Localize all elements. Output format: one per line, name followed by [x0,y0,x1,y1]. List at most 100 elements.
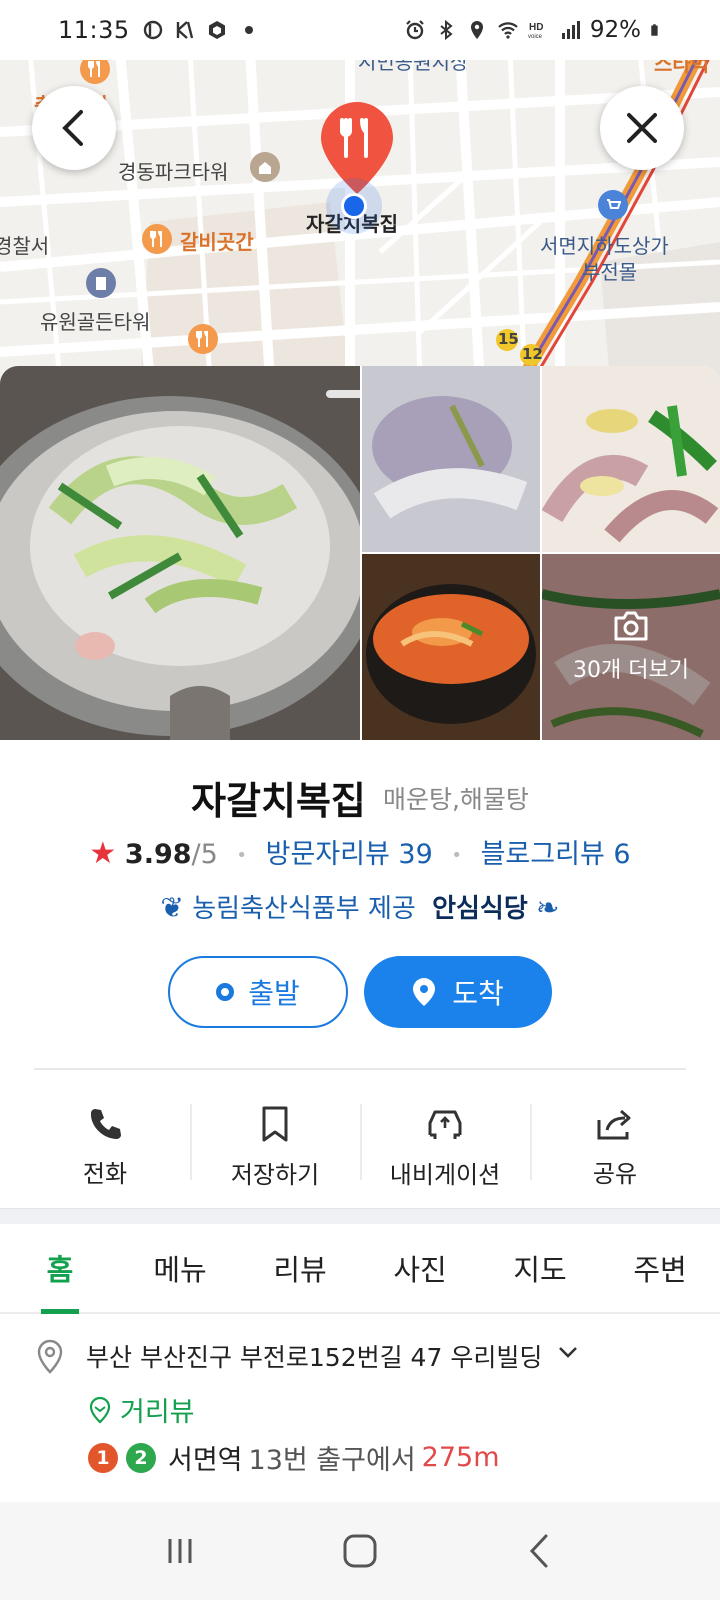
photo-grid: 30개 더보기 [0,366,720,740]
svg-text:voice: voice [528,34,543,40]
battery-percent: 92% [589,17,641,43]
map-bus-12: 12 [522,345,543,363]
svg-text:HD: HD [529,22,543,33]
sheet-drag-handle[interactable] [326,390,360,398]
hd-voice-icon: HDvoice [528,22,543,40]
tab-bar: 홈 메뉴 리뷰 사진 지도 주변 [0,1224,720,1314]
rating-max: /5 [191,839,218,870]
map-label-police: 경찰서 [0,234,50,258]
bookmark-icon [262,1106,288,1141]
map-view[interactable]: 시민공원지상 춘두밀면 경동파크타워 경찰서 갈비곳간 유원골든타워 자갈치복집… [0,52,720,382]
close-icon [627,113,657,143]
separator-dot: • [236,845,248,866]
photo-thumb-3[interactable] [362,554,540,740]
route-start-label: 출발 [248,977,300,1010]
camera-icon [614,611,648,641]
tab-map[interactable]: 지도 [480,1224,600,1312]
route-start-button[interactable]: 출발 [168,956,348,1028]
chevron-down-icon[interactable] [556,1340,580,1364]
close-button[interactable] [600,86,684,170]
share-icon [597,1109,631,1139]
building-poi-icon[interactable] [250,152,280,182]
location-pin-icon [37,1339,63,1374]
place-title-row: 자갈치복집 매운탕,해물탕 [0,770,720,825]
dot-icon [244,26,253,34]
shopping-poi-icon[interactable] [598,190,628,220]
cube-app-icon [208,21,225,39]
pin-icon [413,978,436,1006]
chevron-left-icon [62,110,83,146]
street-view-label: 거리뷰 [120,1397,195,1428]
cert-provider: 농림축산식품부 제공 [192,894,416,924]
laurel-left-icon: ❦ [160,891,184,924]
save-button[interactable]: 저장하기 [190,1094,360,1200]
map-bus-15: 15 [498,330,519,348]
restaurant-poi-icon[interactable] [188,324,218,354]
laurel-right-icon: ❧ [536,891,560,924]
map-label-underground2: 부전몰 [582,260,638,284]
system-back-button[interactable] [510,1521,570,1581]
visitor-reviews-link[interactable]: 방문자리뷰 39 [266,839,433,870]
back-arrow-icon [529,1534,548,1568]
wifi-icon [498,22,518,39]
address-row[interactable]: 부산 부산진구 부전로152번길 47 우리빌딩 [34,1338,694,1376]
place-detail-sheet: 30개 더보기 자갈치복집 매운탕,해물탕 ★ 3.98/5 • 방문자리뷰 3… [0,366,720,1486]
map-label-park-tower: 경동파크타워 [118,160,229,184]
route-buttons: 출발 도착 [0,956,720,1028]
signal-icon [561,21,580,39]
tab-reviews[interactable]: 리뷰 [240,1224,360,1312]
subway-info: 1 2 서면역 13번 출구에서 275m [88,1438,500,1477]
street-view-link[interactable]: 거리뷰 [88,1390,195,1429]
navigation-button[interactable]: 내비게이션 [360,1094,530,1200]
office-poi-icon[interactable] [86,268,116,298]
recent-apps-icon [168,1539,192,1563]
safe-restaurant-cert[interactable]: ❦ 농림축산식품부 제공 안심식당 ❧ [0,888,720,925]
more-photos-button[interactable]: 30개 더보기 [542,554,720,740]
photo-thumb-2[interactable] [542,366,720,552]
more-photos-label: 30개 더보기 [573,658,689,683]
call-button[interactable]: 전화 [20,1094,190,1200]
navigation-label: 내비게이션 [389,1160,501,1189]
exit-info: 13번 출구에서 [248,1445,416,1476]
bluetooth-icon [440,19,453,41]
origin-dot-icon [216,983,235,1001]
alarm-icon [406,20,424,40]
rating-score: 3.98 [124,839,192,870]
tab-home[interactable]: 홈 [0,1224,120,1314]
system-nav-bar [0,1502,720,1600]
recent-apps-button[interactable] [150,1521,210,1581]
restaurant-poi-icon[interactable] [142,224,172,254]
map-label-galbi: 갈비곳간 [180,230,254,254]
battery-icon [651,24,658,36]
divider [34,1068,686,1070]
b-app-icon [143,20,162,40]
status-bar: 11:35 HD voice 92% [0,0,720,60]
current-location-icon [326,178,382,234]
home-button[interactable] [330,1521,390,1581]
share-button[interactable]: 공유 [530,1094,700,1200]
phone-icon [90,1108,121,1139]
tab-photos[interactable]: 사진 [360,1224,480,1312]
photo-thumb-1[interactable] [362,366,540,552]
street-view-icon [89,1396,111,1423]
photo-main[interactable] [0,366,360,740]
k-app-icon [176,21,193,39]
place-category: 매운탕,해물탕 [382,784,529,814]
place-name: 자갈치복집 [191,779,366,823]
cert-badge: 안심식당 [432,894,528,924]
route-arrive-label: 도착 [452,977,504,1010]
map-label-yuwon: 유원골든타워 [40,310,151,334]
route-arrive-button[interactable]: 도착 [364,956,552,1028]
action-bar: 전화 저장하기 내비게이션 공유 [20,1094,700,1200]
section-gap [0,1208,720,1224]
subway-line-2-badge: 2 [126,1442,156,1473]
back-button[interactable] [32,86,116,170]
star-icon: ★ [89,836,117,871]
more-photos-overlay: 30개 더보기 [542,554,720,740]
separator-dot: • [451,845,462,866]
station-name: 서면역 [168,1445,243,1476]
tab-menu[interactable]: 메뉴 [120,1224,240,1312]
tab-nearby[interactable]: 주변 [600,1224,720,1312]
status-time: 11:35 [58,16,130,44]
blog-reviews-link[interactable]: 블로그리뷰 6 [481,839,631,870]
